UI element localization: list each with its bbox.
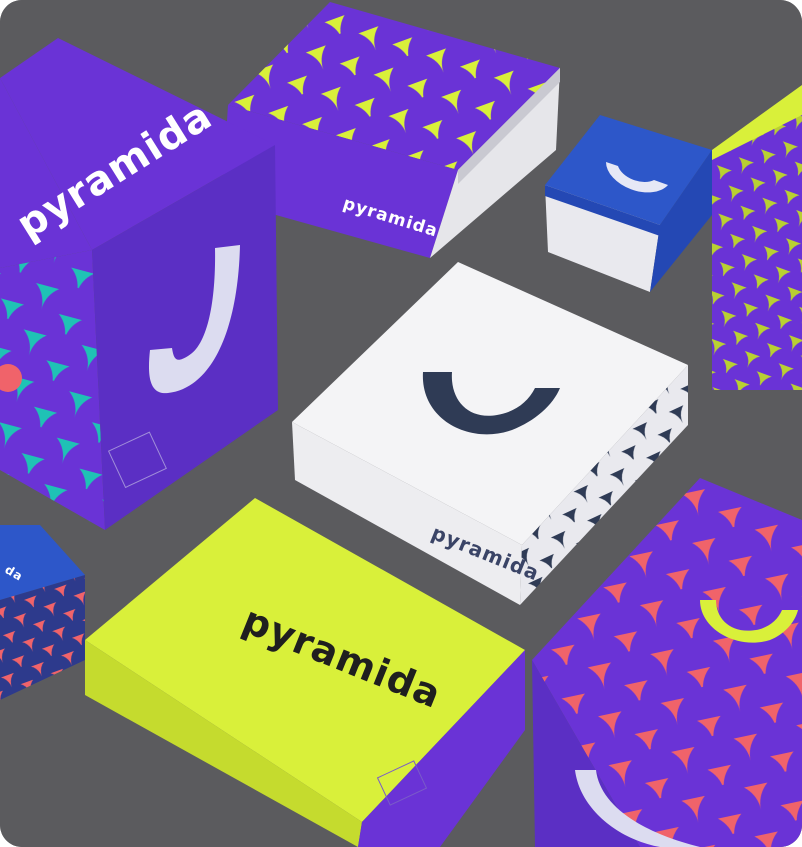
packaging-scene: pyramida pyramida pyramida pyramida da xyxy=(0,0,802,847)
product-photo: pyramida pyramida pyramida pyramida da xyxy=(0,0,802,847)
